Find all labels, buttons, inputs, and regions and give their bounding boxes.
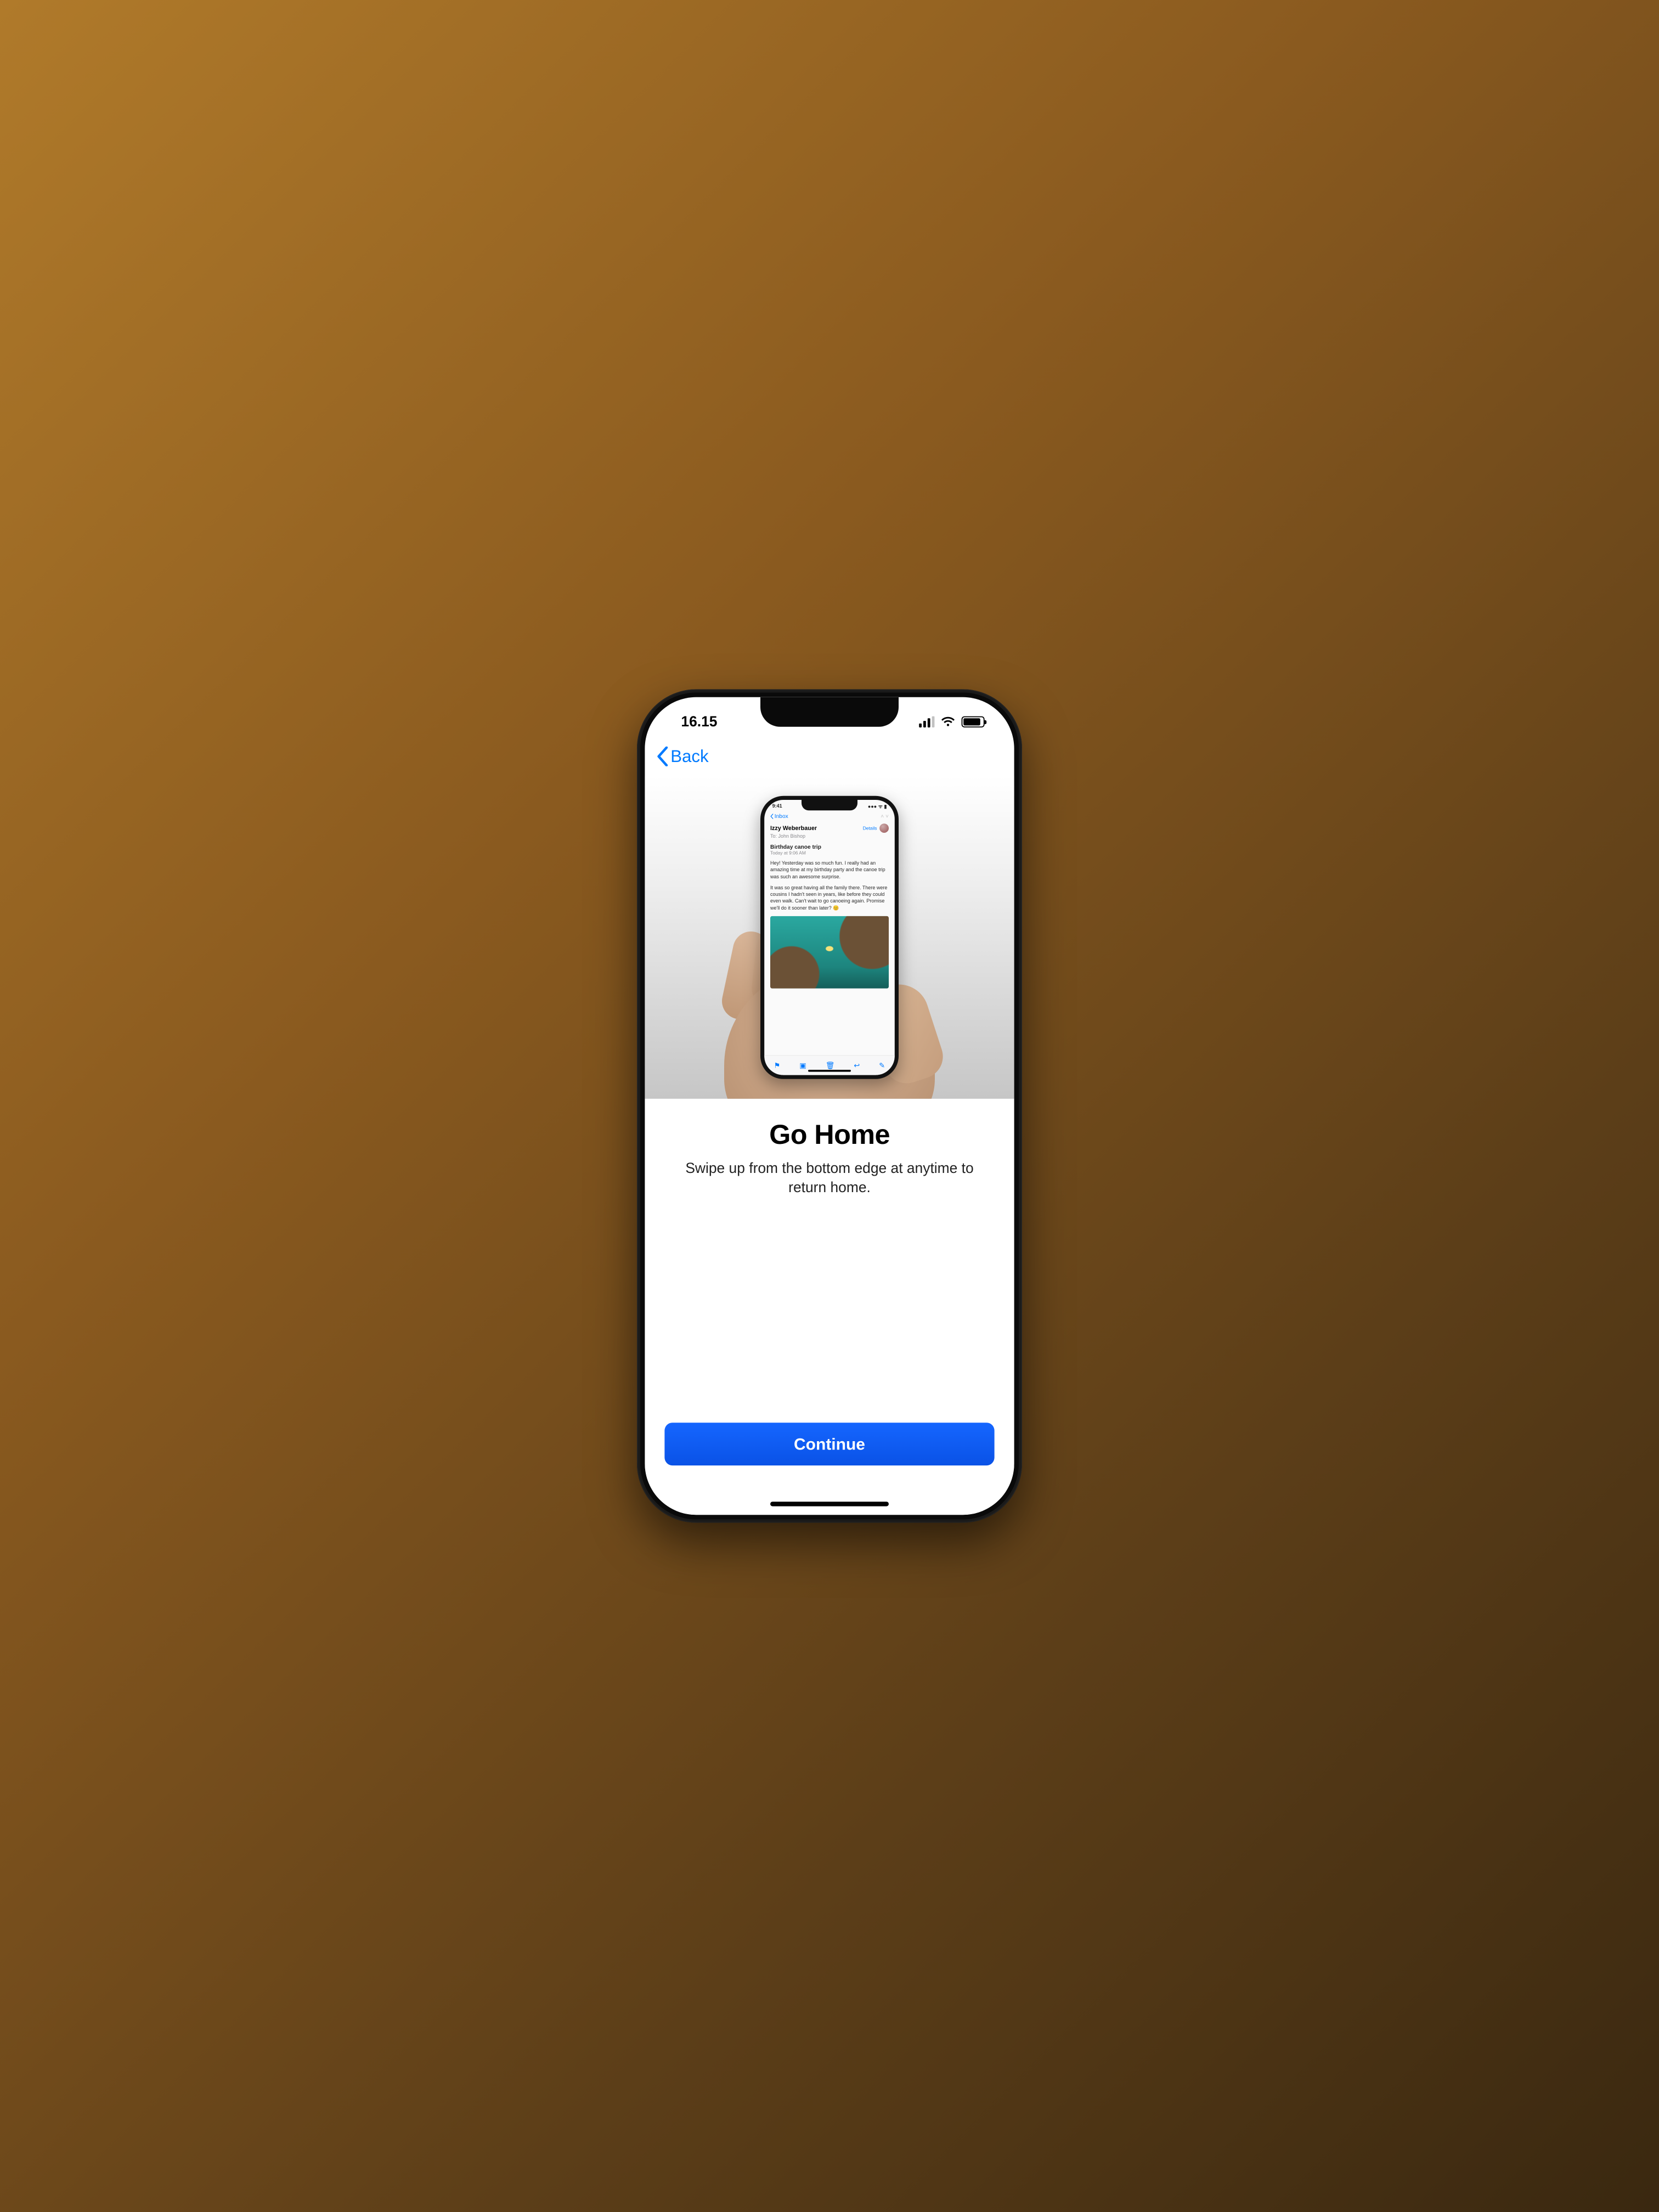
trash-icon: 🗑 xyxy=(826,1061,835,1070)
illustration-phone: 9:41 ●●● ᯤ ▮ Inbox ˄ ˅ Izzy Weberbauer xyxy=(760,796,899,1079)
illustration-details-label: Details xyxy=(863,826,877,831)
status-time: 16.15 xyxy=(681,714,717,730)
illustration-status-icons: ●●● ᯤ ▮ xyxy=(868,803,887,810)
flag-icon: ⚑ xyxy=(774,1061,781,1070)
footer: Continue xyxy=(645,1423,1014,1515)
page-title: Go Home xyxy=(769,1119,890,1150)
back-button[interactable]: Back xyxy=(657,747,709,766)
illustration-from: Izzy Weberbauer xyxy=(770,825,817,832)
tutorial-illustration: 9:41 ●●● ᯤ ▮ Inbox ˄ ˅ Izzy Weberbauer xyxy=(645,776,1014,1099)
illustration-inbox-back: Inbox xyxy=(770,813,788,820)
screen: 16.15 Back xyxy=(645,697,1014,1515)
notch xyxy=(760,697,899,727)
illustration-toolbar: ⚑ ▣ 🗑 ↩ ✎ xyxy=(764,1056,895,1075)
illustration-email-image xyxy=(770,916,889,989)
battery-icon xyxy=(962,716,985,727)
device-frame: 16.15 Back xyxy=(637,689,1022,1522)
page-subtitle: Swipe up from the bottom edge at anytime… xyxy=(678,1158,981,1197)
continue-button[interactable]: Continue xyxy=(664,1423,994,1465)
tutorial-content: Go Home Swipe up from the bottom edge at… xyxy=(645,1099,1014,1423)
illustration-home-indicator xyxy=(808,1070,851,1072)
illustration-to: To: John Bishop xyxy=(770,833,889,839)
reply-icon: ↩ xyxy=(854,1061,860,1070)
illustration-date: Today at 9:06 AM xyxy=(770,850,889,856)
cellular-signal-icon xyxy=(919,716,934,727)
illustration-body-2: It was so great having all the family th… xyxy=(770,885,889,912)
back-label: Back xyxy=(670,747,708,766)
nav-bar: Back xyxy=(645,737,1014,776)
folder-icon: ▣ xyxy=(799,1061,806,1070)
avatar-icon xyxy=(879,823,889,833)
illustration-body-1: Hey! Yesterday was so much fun. I really… xyxy=(770,860,889,880)
wifi-icon xyxy=(940,716,956,727)
illustration-status-time: 9:41 xyxy=(772,803,782,810)
home-indicator[interactable] xyxy=(770,1502,889,1506)
compose-icon: ✎ xyxy=(879,1061,885,1070)
chevron-left-icon xyxy=(657,747,669,766)
illustration-subject: Birthday canoe trip xyxy=(770,844,889,850)
illustration-nav-arrows: ˄ ˅ xyxy=(881,813,889,820)
